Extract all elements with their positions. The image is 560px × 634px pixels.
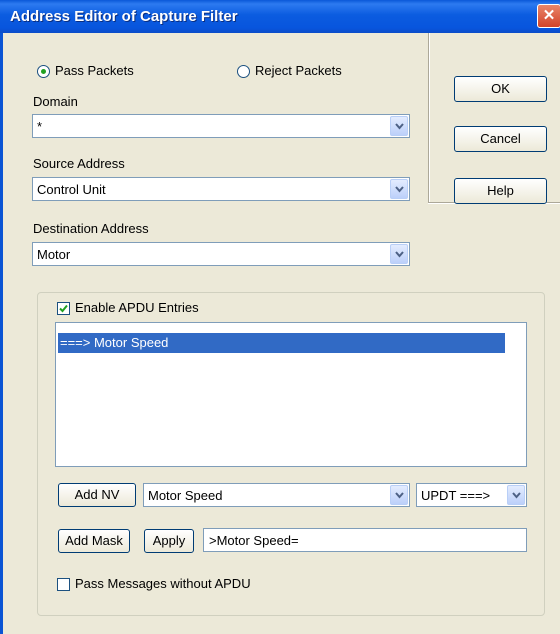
mask-value: >Motor Speed= — [209, 533, 299, 548]
reject-packets-radio[interactable] — [237, 65, 250, 78]
nv-value: Motor Speed — [148, 488, 223, 503]
destination-address-combobox[interactable]: Motor — [32, 242, 410, 266]
button-panel-divider-highlight — [429, 33, 430, 203]
chevron-down-icon[interactable] — [390, 179, 408, 199]
apdu-entries-list[interactable]: ===> Motor Speed — [55, 322, 527, 467]
window-frame — [0, 33, 3, 634]
pass-without-apdu-checkbox[interactable] — [57, 578, 70, 591]
domain-value: * — [37, 119, 43, 134]
domain-combobox[interactable]: * — [32, 114, 410, 138]
domain-label: Domain — [33, 94, 78, 109]
pass-without-apdu-label[interactable]: Pass Messages without APDU — [75, 576, 251, 591]
reject-packets-label[interactable]: Reject Packets — [255, 63, 342, 78]
cancel-button[interactable]: Cancel — [454, 126, 547, 152]
chevron-down-icon[interactable] — [390, 244, 408, 264]
source-address-value: Control Unit — [37, 182, 106, 197]
chevron-down-icon[interactable] — [390, 485, 408, 505]
add-mask-button[interactable]: Add Mask — [58, 529, 130, 553]
direction-value: UPDT ===> — [421, 488, 491, 503]
pass-packets-radio[interactable] — [37, 65, 50, 78]
pass-packets-label[interactable]: Pass Packets — [55, 63, 134, 78]
close-icon: ✕ — [542, 7, 556, 24]
enable-apdu-label[interactable]: Enable APDU Entries — [75, 300, 199, 315]
help-button[interactable]: Help — [454, 178, 547, 204]
close-button[interactable]: ✕ — [537, 4, 560, 28]
window-title: Address Editor of Capture Filter — [10, 8, 238, 25]
list-item[interactable]: ===> Motor Speed — [58, 333, 505, 353]
source-address-label: Source Address — [33, 156, 125, 171]
apply-button[interactable]: Apply — [144, 529, 194, 553]
ok-button[interactable]: OK — [454, 76, 547, 102]
radio-selected-dot — [41, 69, 46, 74]
enable-apdu-checkbox[interactable] — [57, 302, 70, 315]
destination-address-label: Destination Address — [33, 221, 149, 236]
chevron-down-icon[interactable] — [507, 485, 525, 505]
mask-input[interactable]: >Motor Speed= — [203, 528, 527, 552]
list-item-label: ===> Motor Speed — [60, 335, 169, 350]
add-nv-button[interactable]: Add NV — [58, 483, 136, 507]
check-icon — [59, 304, 68, 313]
source-address-combobox[interactable]: Control Unit — [32, 177, 410, 201]
direction-combobox[interactable]: UPDT ===> — [416, 483, 527, 507]
destination-address-value: Motor — [37, 247, 71, 262]
title-bar: Address Editor of Capture Filter ✕ — [0, 0, 560, 33]
chevron-down-icon[interactable] — [390, 116, 408, 136]
nv-combobox[interactable]: Motor Speed — [143, 483, 410, 507]
